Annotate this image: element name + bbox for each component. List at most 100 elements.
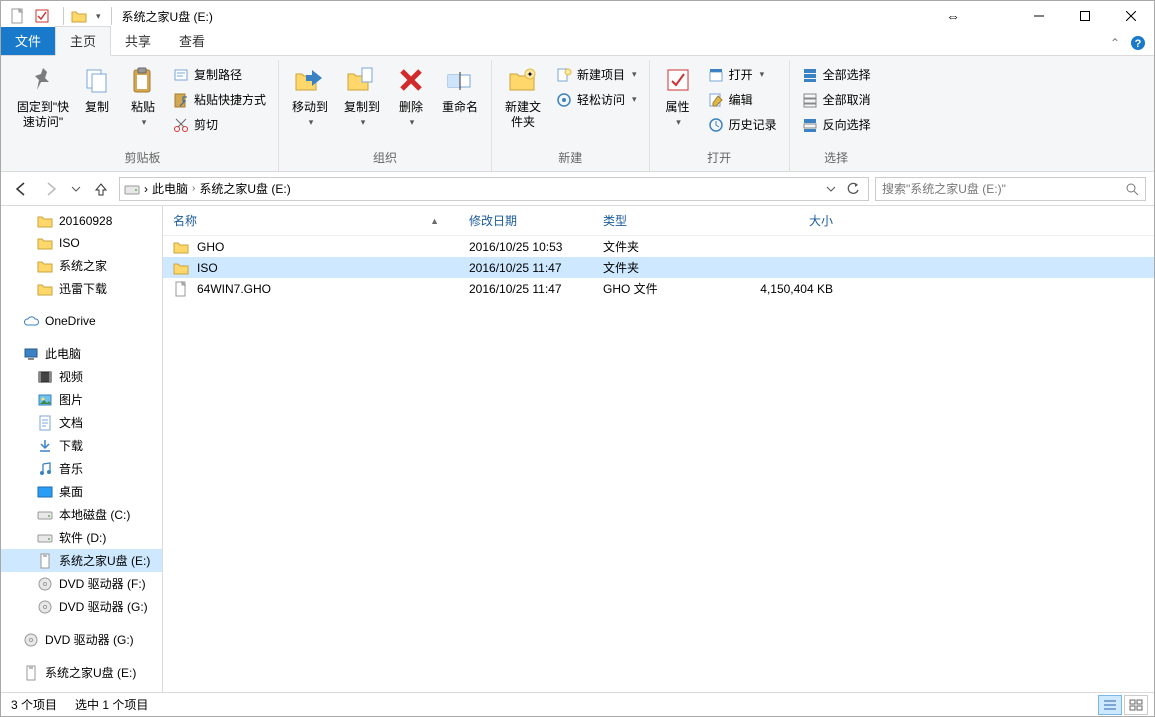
new-folder-button[interactable]: ✦ 新建文件夹 bbox=[500, 60, 546, 130]
copy-path-button[interactable]: 复制路径 bbox=[169, 64, 270, 85]
view-details-button[interactable] bbox=[1098, 695, 1122, 715]
column-headers[interactable]: 名称 ▲ 修改日期 类型 大小 bbox=[163, 206, 1154, 236]
search-input[interactable]: 搜索"系统之家U盘 (E:)" bbox=[875, 177, 1146, 201]
tab-file[interactable]: 文件 bbox=[1, 27, 55, 55]
sidebar-item[interactable]: 20160928 bbox=[1, 210, 162, 232]
view-large-icons-button[interactable] bbox=[1124, 695, 1148, 715]
folder-title-icon bbox=[70, 7, 88, 25]
paste-shortcut-button[interactable]: 粘贴快捷方式 bbox=[169, 89, 270, 110]
column-type[interactable]: 类型 bbox=[603, 212, 733, 229]
sidebar-item-label: DVD 驱动器 (F:) bbox=[59, 575, 146, 592]
sidebar-item[interactable]: 迅雷下载 bbox=[1, 277, 162, 300]
column-name[interactable]: 名称 ▲ bbox=[173, 212, 469, 229]
easy-access-button[interactable]: 轻松访问▾ bbox=[552, 89, 641, 110]
delete-icon bbox=[395, 64, 427, 96]
sidebar-item-label: 视频 bbox=[59, 368, 83, 385]
cut-button[interactable]: 剪切 bbox=[169, 114, 270, 135]
sidebar-item[interactable]: 软件 (D:) bbox=[1, 526, 162, 549]
forward-button[interactable] bbox=[39, 177, 63, 201]
sidebar-item[interactable]: 图片 bbox=[1, 388, 162, 411]
drive-icon bbox=[37, 530, 53, 546]
new-item-button[interactable]: 新建项目▾ bbox=[552, 64, 641, 85]
sidebar-item[interactable]: ISO bbox=[1, 232, 162, 254]
sidebar-item[interactable]: 文档 bbox=[1, 411, 162, 434]
file-type: GHO 文件 bbox=[603, 280, 733, 297]
edit-button[interactable]: 编辑 bbox=[704, 89, 781, 110]
file-name: 64WIN7.GHO bbox=[197, 282, 271, 296]
file-row[interactable]: 64WIN7.GHO2016/10/25 11:47GHO 文件4,150,40… bbox=[163, 278, 1154, 299]
blank-doc-icon[interactable] bbox=[9, 7, 27, 25]
close-button[interactable] bbox=[1108, 1, 1154, 31]
sidebar-item-label: 音乐 bbox=[59, 460, 83, 477]
crumb-current[interactable]: 系统之家U盘 (E:) bbox=[199, 180, 290, 197]
file-list[interactable]: GHO2016/10/25 10:53文件夹ISO2016/10/25 11:4… bbox=[163, 236, 1154, 692]
copy-button[interactable]: 复制 bbox=[77, 60, 117, 115]
sidebar-item[interactable]: DVD 驱动器 (G:) bbox=[1, 628, 162, 651]
tree-sidebar[interactable]: 20160928 ISO 系统之家迅雷下载 OneDrive 此电脑视频图片文档下载音乐… bbox=[1, 206, 163, 692]
rename-button[interactable]: 重命名 bbox=[437, 60, 483, 115]
delete-button[interactable]: 删除▾ bbox=[391, 60, 431, 130]
properties-button[interactable]: 属性▾ bbox=[658, 60, 698, 130]
file-type: 文件夹 bbox=[603, 259, 733, 276]
address-dropdown[interactable] bbox=[822, 177, 840, 201]
invert-selection-button[interactable]: 反向选择 bbox=[798, 114, 875, 135]
tab-share[interactable]: 共享 bbox=[111, 27, 165, 55]
history-button[interactable]: 历史记录 bbox=[704, 114, 781, 135]
edit-icon bbox=[708, 92, 724, 108]
dvd-icon bbox=[23, 632, 39, 648]
sidebar-item-label: DVD 驱动器 (G:) bbox=[45, 631, 134, 648]
refresh-button[interactable] bbox=[842, 177, 864, 201]
sidebar-item[interactable]: 音乐 bbox=[1, 457, 162, 480]
sidebar-item[interactable]: 系统之家U盘 (E:) bbox=[1, 549, 162, 572]
help-icon[interactable]: ? bbox=[1130, 35, 1146, 51]
group-clipboard: 剪贴板 bbox=[125, 146, 161, 171]
column-date[interactable]: 修改日期 bbox=[469, 212, 603, 229]
file-row[interactable]: GHO2016/10/25 10:53文件夹 bbox=[163, 236, 1154, 257]
sidebar-item[interactable]: 桌面 bbox=[1, 480, 162, 503]
address-bar[interactable]: › 此电脑› 系统之家U盘 (E:) bbox=[119, 177, 869, 201]
select-all-button[interactable]: 全部选择 bbox=[798, 64, 875, 85]
paste-icon bbox=[127, 64, 159, 96]
sidebar-item[interactable]: 视频 bbox=[1, 365, 162, 388]
open-icon bbox=[708, 67, 724, 83]
paste-button[interactable]: 粘贴▾ bbox=[123, 60, 163, 130]
back-button[interactable] bbox=[9, 177, 33, 201]
up-button[interactable] bbox=[89, 177, 113, 201]
qat-dropdown-icon[interactable]: ▾ bbox=[96, 11, 101, 22]
select-none-button[interactable]: 全部取消 bbox=[798, 89, 875, 110]
folder-icon bbox=[173, 260, 189, 276]
open-button[interactable]: 打开▾ bbox=[704, 64, 781, 85]
sidebar-item[interactable]: DVD 驱动器 (G:) bbox=[1, 595, 162, 618]
sidebar-item[interactable]: 系统之家 bbox=[1, 254, 162, 277]
window-title: 系统之家U盘 (E:) bbox=[122, 8, 213, 25]
svg-text:?: ? bbox=[1135, 38, 1142, 50]
sidebar-item-label: 系统之家U盘 (E:) bbox=[45, 664, 136, 681]
maximize-button[interactable] bbox=[1062, 1, 1108, 31]
sidebar-item-label: ISO bbox=[59, 236, 80, 250]
properties-qat-icon[interactable] bbox=[33, 7, 51, 25]
column-size[interactable]: 大小 bbox=[733, 212, 853, 229]
sidebar-item[interactable]: 此电脑 bbox=[1, 342, 162, 365]
sidebar-item[interactable]: 系统之家U盘 (E:) bbox=[1, 661, 162, 684]
sidebar-item-label: 下载 bbox=[59, 437, 83, 454]
cloud-icon bbox=[23, 313, 39, 329]
group-open: 打开 bbox=[707, 146, 731, 171]
recent-dropdown[interactable] bbox=[69, 177, 83, 201]
crumb-this-pc[interactable]: 此电脑› bbox=[152, 180, 195, 197]
copy-to-button[interactable]: 复制到▾ bbox=[339, 60, 385, 130]
tab-view[interactable]: 查看 bbox=[165, 27, 219, 55]
chevron-right-icon[interactable]: › bbox=[144, 182, 148, 196]
sidebar-item[interactable]: DVD 驱动器 (F:) bbox=[1, 572, 162, 595]
collapse-ribbon-icon[interactable]: ⌃ bbox=[1110, 36, 1120, 50]
select-none-icon bbox=[802, 92, 818, 108]
sidebar-item[interactable]: OneDrive bbox=[1, 310, 162, 332]
minimize-button[interactable] bbox=[1016, 1, 1062, 31]
pin-to-quick-access-button[interactable]: 固定到"快速访问" bbox=[15, 60, 71, 130]
expand-ribbon-icon[interactable]: ⇔ bbox=[930, 1, 976, 31]
file-row[interactable]: ISO2016/10/25 11:47文件夹 bbox=[163, 257, 1154, 278]
tab-home[interactable]: 主页 bbox=[55, 26, 111, 56]
move-to-button[interactable]: 移动到▾ bbox=[287, 60, 333, 130]
sidebar-item[interactable]: 本地磁盘 (C:) bbox=[1, 503, 162, 526]
sidebar-item[interactable]: 下载 bbox=[1, 434, 162, 457]
ribbon-tabs: 文件 主页 共享 查看 ⌃ ? bbox=[1, 31, 1154, 56]
